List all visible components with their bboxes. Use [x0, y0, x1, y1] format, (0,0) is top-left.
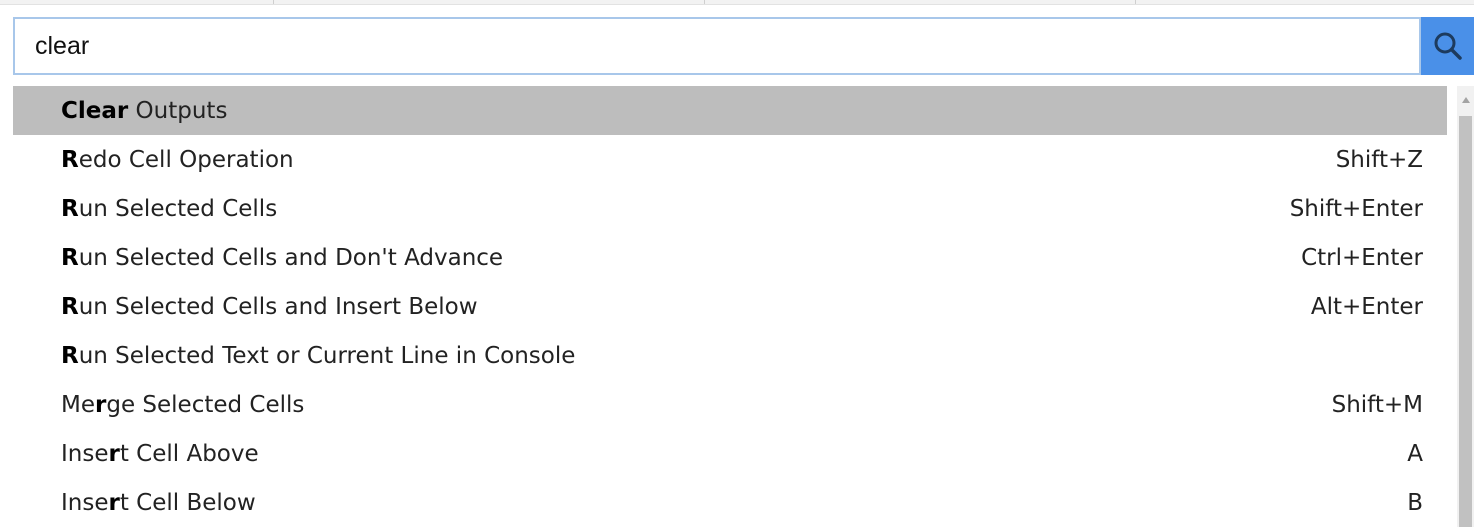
command-shortcut: Alt+Enter — [1310, 293, 1423, 320]
command-item-run-selected-text-in-console[interactable]: Run Selected Text or Current Line in Con… — [13, 331, 1447, 380]
command-label: Run Selected Cells — [61, 195, 278, 222]
command-item-run-selected-cells-dont-advance[interactable]: Run Selected Cells and Don't Advance Ctr… — [13, 233, 1447, 282]
command-label: Run Selected Cells and Insert Below — [61, 293, 478, 320]
scroll-up-arrow-icon[interactable] — [1457, 86, 1474, 114]
command-palette: Clear Outputs Redo Cell Operation Shift+… — [0, 0, 1474, 527]
tab-divider — [1135, 0, 1136, 4]
command-item-redo-cell-operation[interactable]: Redo Cell Operation Shift+Z — [13, 135, 1447, 184]
command-label: Clear Outputs — [61, 97, 228, 124]
tab-divider — [704, 0, 705, 4]
command-item-run-selected-cells-insert-below[interactable]: Run Selected Cells and Insert Below Alt+… — [13, 282, 1447, 331]
command-shortcut: A — [1407, 440, 1423, 467]
command-label: Insert Cell Below — [61, 489, 256, 516]
tab-divider — [273, 0, 274, 4]
command-item-run-selected-cells[interactable]: Run Selected Cells Shift+Enter — [13, 184, 1447, 233]
command-item-insert-cell-above[interactable]: Insert Cell Above A — [13, 429, 1447, 478]
command-label: Redo Cell Operation — [61, 146, 294, 173]
search-field[interactable] — [13, 17, 1421, 75]
search-icon — [1434, 32, 1462, 60]
scrollbar-thumb[interactable] — [1459, 116, 1472, 527]
command-shortcut: Shift+M — [1331, 391, 1423, 418]
command-item-merge-selected-cells[interactable]: Merge Selected Cells Shift+M — [13, 380, 1447, 429]
command-results-list: Clear Outputs Redo Cell Operation Shift+… — [13, 86, 1447, 527]
command-label: Insert Cell Above — [61, 440, 259, 467]
command-shortcut: B — [1407, 489, 1423, 516]
command-label: Run Selected Cells and Don't Advance — [61, 244, 504, 271]
command-shortcut: Shift+Z — [1335, 146, 1423, 173]
command-shortcut: Ctrl+Enter — [1301, 244, 1423, 271]
top-tab-strip — [0, 0, 1474, 5]
command-label: Merge Selected Cells — [61, 391, 305, 418]
command-item-insert-cell-below[interactable]: Insert Cell Below B — [13, 478, 1447, 527]
search-button[interactable] — [1421, 17, 1474, 75]
triangle-up-icon — [1461, 97, 1470, 103]
results-scrollbar[interactable] — [1457, 86, 1474, 527]
search-input[interactable] — [15, 19, 1419, 73]
command-item-clear-outputs[interactable]: Clear Outputs — [13, 86, 1447, 135]
command-shortcut: Shift+Enter — [1289, 195, 1423, 222]
command-label: Run Selected Text or Current Line in Con… — [61, 342, 576, 369]
